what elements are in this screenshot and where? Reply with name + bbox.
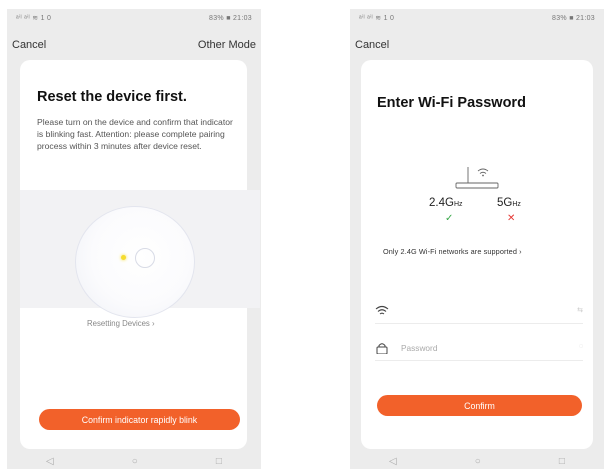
wifi-icon [375, 305, 389, 315]
band-5ghz-label: 5GHz [497, 197, 521, 209]
router-wifi-icon [455, 167, 499, 189]
band-5-value: 5G [497, 197, 513, 209]
status-bar: ᵃⁱˡ ᵃⁱˡ ≋ 1 0 83% ■ 21:03 [7, 9, 261, 27]
ssid-row: ⇆ [375, 301, 583, 324]
confirm-blink-button[interactable]: Confirm indicator rapidly blink [39, 409, 240, 430]
page-title: Enter Wi-Fi Password [377, 95, 526, 111]
other-mode-button[interactable]: Other Mode [198, 39, 256, 51]
home-icon[interactable]: ○ [475, 456, 481, 467]
signal-status: ᵃⁱˡ ᵃⁱˡ ≋ 1 0 [16, 15, 52, 22]
top-nav: Cancel [350, 36, 604, 54]
system-nav-bar: ◁ ○ □ [7, 453, 261, 469]
system-nav-bar: ◁ ○ □ [350, 453, 604, 469]
band-24-unit: Hz [453, 201, 463, 208]
power-button-icon [135, 248, 155, 268]
band-24-value: 2.4G [429, 197, 454, 209]
resetting-devices-link[interactable]: Resetting Devices › [87, 319, 155, 328]
chevron-right-icon: › [152, 319, 155, 328]
back-icon[interactable]: ◁ [389, 456, 397, 467]
resetting-devices-label: Resetting Devices [87, 319, 150, 328]
status-bar: ᵃⁱˡ ᵃⁱˡ ≋ 1 0 83% ■ 21:03 [350, 9, 604, 27]
cancel-button[interactable]: Cancel [355, 39, 389, 51]
recent-apps-icon[interactable]: □ [216, 456, 222, 467]
home-icon[interactable]: ○ [132, 456, 138, 467]
band-24ghz-label: 2.4GHz [429, 197, 463, 209]
show-password-icon[interactable]: ◌ [579, 343, 583, 350]
device-illustration [20, 190, 260, 318]
phone-screen-wifi: ᵃⁱˡ ᵃⁱˡ ≋ 1 0 83% ■ 21:03 Cancel Enter W… [350, 9, 604, 469]
top-nav: Cancel Other Mode [7, 36, 261, 54]
phone-screen-reset: ᵃⁱˡ ᵃⁱˡ ≋ 1 0 83% ■ 21:03 Cancel Other M… [7, 9, 261, 469]
lock-icon [376, 343, 388, 354]
band-5-unit: Hz [512, 201, 521, 208]
cross-icon: ✕ [507, 213, 516, 224]
supported-networks-note[interactable]: Only 2.4G Wi-Fi networks are supported › [383, 247, 522, 256]
cancel-button[interactable]: Cancel [12, 39, 46, 51]
signal-status: ᵃⁱˡ ᵃⁱˡ ≋ 1 0 [359, 15, 395, 22]
battery-time-status: 83% ■ 21:03 [552, 14, 595, 22]
wifi-card: Enter Wi-Fi Password 2.4GHz 5GHz ✓ ✕ Onl… [361, 60, 593, 449]
password-input[interactable] [401, 341, 541, 355]
confirm-button[interactable]: Confirm [377, 395, 582, 416]
password-row: ◌ [375, 338, 583, 361]
recent-apps-icon[interactable]: □ [559, 456, 565, 467]
supported-networks-label: Only 2.4G Wi-Fi networks are supported [383, 247, 517, 256]
ssid-input[interactable] [401, 304, 541, 318]
switch-network-icon[interactable]: ⇆ [577, 306, 583, 314]
indicator-light-icon [121, 255, 126, 260]
page-title: Reset the device first. [37, 89, 187, 105]
check-icon: ✓ [445, 213, 454, 224]
battery-time-status: 83% ■ 21:03 [209, 14, 252, 22]
reset-instructions: Please turn on the device and confirm th… [37, 117, 233, 151]
chevron-right-icon: › [519, 247, 522, 256]
back-icon[interactable]: ◁ [46, 456, 54, 467]
